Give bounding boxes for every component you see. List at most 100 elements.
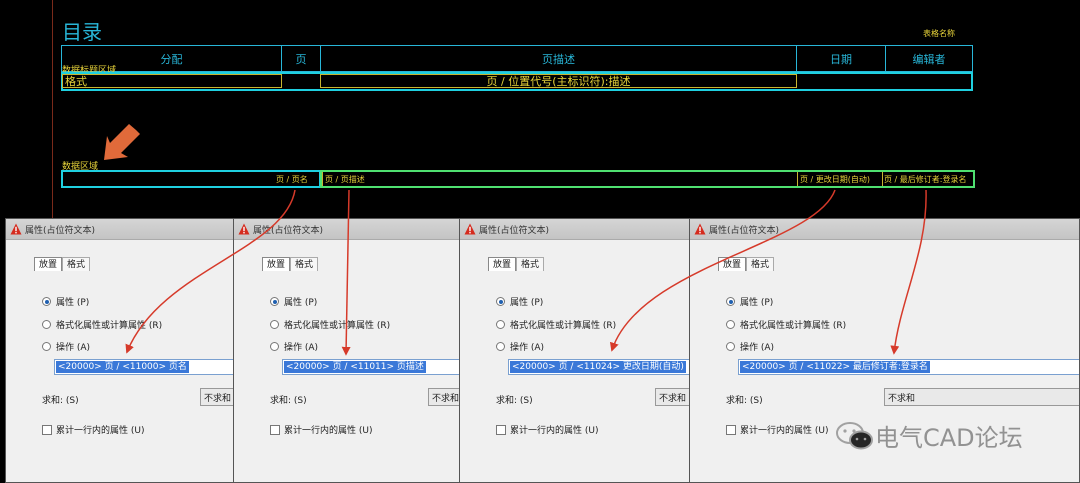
dialog-tabs: 放置 格式 <box>718 257 775 271</box>
radio-indicator <box>270 297 279 306</box>
header-cell-page-description: 页描述 <box>320 45 797 72</box>
tab-placement[interactable]: 放置 <box>262 257 291 271</box>
data-cell-separator <box>797 172 798 186</box>
accumulate-checkbox[interactable]: 累计一行内的属性 (U) <box>270 423 372 436</box>
sum-dropdown[interactable]: 不求和 <box>655 388 690 406</box>
cad-title: 目录 <box>62 20 102 44</box>
format-label: 格式 <box>62 74 282 88</box>
header-cell-page: 页 <box>281 45 321 72</box>
dialog-titlebar[interactable]: 属性(占位符文本) <box>234 219 460 240</box>
tab-placement[interactable]: 放置 <box>718 257 747 271</box>
radio-formatted-property[interactable]: 格式化属性或计算属性 (R) <box>42 318 162 331</box>
tab-placement[interactable]: 放置 <box>488 257 517 271</box>
sum-label: 求和: (S) <box>726 396 763 406</box>
warning-icon <box>694 223 706 235</box>
dialog-tabs: 放置 格式 <box>34 257 91 271</box>
radio-formatted-property[interactable]: 格式化属性或计算属性 (R) <box>726 318 846 331</box>
radio-indicator <box>726 342 735 351</box>
expression-field[interactable]: <20000> 页 / <11011> 页描述 <box>282 359 460 375</box>
tab-placement[interactable]: 放置 <box>34 257 63 271</box>
warning-icon <box>10 223 22 235</box>
warning-icon <box>238 223 250 235</box>
radio-operation[interactable]: 操作 (A) <box>270 340 318 353</box>
format-row-text: 页 / 位置代号(主标识符):描述 <box>320 74 797 88</box>
tab-format[interactable]: 格式 <box>516 257 545 271</box>
expression-text: <20000> 页 / <11022> 最后修订者:登录名 <box>740 361 930 373</box>
checkbox-box <box>42 424 52 435</box>
radio-indicator <box>42 297 51 306</box>
radio-property[interactable]: 属性 (P) <box>42 295 89 308</box>
accumulate-checkbox[interactable]: 累计一行内的属性 (U) <box>42 423 144 436</box>
radio-label: 属性 (P) <box>56 298 90 308</box>
checkbox-label: 累计一行内的属性 (U) <box>740 426 829 436</box>
table-name-label: 表格名称 <box>923 29 955 38</box>
expression-text: <20000> 页 / <11011> 页描述 <box>284 361 426 373</box>
radio-label: 格式化属性或计算属性 (R) <box>740 321 847 331</box>
sum-label: 求和: (S) <box>270 396 307 406</box>
radio-indicator <box>42 342 51 351</box>
checkbox-box <box>726 424 736 435</box>
dialog-titlebar[interactable]: 属性(占位符文本) <box>690 219 1079 240</box>
dialog-titlebar[interactable]: 属性(占位符文本) <box>460 219 690 240</box>
radio-formatted-property[interactable]: 格式化属性或计算属性 (R) <box>496 318 616 331</box>
sum-label: 求和: (S) <box>496 396 533 406</box>
expression-text: <20000> 页 / <11000> 页名 <box>56 361 189 373</box>
radio-indicator <box>270 342 279 351</box>
tab-format[interactable]: 格式 <box>746 257 775 271</box>
radio-property[interactable]: 属性 (P) <box>726 295 773 308</box>
data-cell-page-name: 页 / 页名 <box>276 174 308 184</box>
sum-label: 求和: (S) <box>42 396 79 406</box>
expression-field[interactable]: <20000> 页 / <11000> 页名 <box>54 359 234 375</box>
dialog-title: 属性(占位符文本) <box>709 225 780 236</box>
data-cell-change-date: 页 / 更改日期(自动) <box>800 174 871 184</box>
accumulate-checkbox[interactable]: 累计一行内的属性 (U) <box>496 423 598 436</box>
watermark: 电气CAD论坛 <box>835 418 1023 453</box>
tab-format[interactable]: 格式 <box>62 257 91 271</box>
radio-operation[interactable]: 操作 (A) <box>496 340 544 353</box>
dialog-title: 属性(占位符文本) <box>253 225 324 236</box>
checkbox-box <box>270 424 280 435</box>
dialog-title: 属性(占位符文本) <box>25 225 96 236</box>
radio-indicator <box>270 320 279 329</box>
radio-label: 格式化属性或计算属性 (R) <box>284 321 391 331</box>
dialog-title: 属性(占位符文本) <box>479 225 550 236</box>
radio-property[interactable]: 属性 (P) <box>270 295 317 308</box>
data-cell-separator <box>322 172 323 186</box>
property-dialog-3[interactable]: 属性(占位符文本) 放置 格式 属性 (P) 格式化属性或计算属性 (R) 操作… <box>459 218 691 483</box>
radio-indicator <box>496 320 505 329</box>
orange-pointer-arrow <box>104 124 140 160</box>
checkbox-box <box>496 424 506 435</box>
property-dialog-1[interactable]: 属性(占位符文本) 放置 格式 属性 (P) 格式化属性或计算属性 (R) 操作… <box>5 218 235 483</box>
property-dialog-2[interactable]: 属性(占位符文本) 放置 格式 属性 (P) 格式化属性或计算属性 (R) 操作… <box>233 218 461 483</box>
radio-formatted-property[interactable]: 格式化属性或计算属性 (R) <box>270 318 390 331</box>
dialog-titlebar[interactable]: 属性(占位符文本) <box>6 219 234 240</box>
header-cell-editor: 编辑者 <box>885 45 973 72</box>
radio-indicator <box>496 342 505 351</box>
sum-dropdown[interactable]: 不求和 <box>884 388 1079 406</box>
radio-label: 操作 (A) <box>284 343 319 353</box>
accumulate-checkbox[interactable]: 累计一行内的属性 (U) <box>726 423 828 436</box>
sum-dropdown[interactable]: 不求和 <box>200 388 234 406</box>
radio-property[interactable]: 属性 (P) <box>496 295 543 308</box>
tab-format[interactable]: 格式 <box>290 257 319 271</box>
radio-label: 操作 (A) <box>740 343 775 353</box>
radio-operation[interactable]: 操作 (A) <box>726 340 774 353</box>
radio-label: 格式化属性或计算属性 (R) <box>510 321 617 331</box>
radio-label: 操作 (A) <box>510 343 545 353</box>
radio-label: 属性 (P) <box>510 298 544 308</box>
data-cell-last-editor: 页 / 最后修订者:登录名 <box>884 174 967 184</box>
warning-icon <box>464 223 476 235</box>
radio-label: 属性 (P) <box>740 298 774 308</box>
radio-indicator <box>496 297 505 306</box>
expression-field[interactable]: <20000> 页 / <11022> 最后修订者:登录名 <box>738 359 1079 375</box>
radio-indicator <box>726 320 735 329</box>
dialog-tabs: 放置 格式 <box>262 257 319 271</box>
sum-dropdown[interactable]: 不求和 <box>428 388 460 406</box>
expression-field[interactable]: <20000> 页 / <11024> 更改日期(自动) <box>508 359 690 375</box>
radio-label: 格式化属性或计算属性 (R) <box>56 321 163 331</box>
data-cell-separator <box>882 172 883 186</box>
radio-indicator <box>42 320 51 329</box>
header-cell-date: 日期 <box>796 45 886 72</box>
radio-operation[interactable]: 操作 (A) <box>42 340 90 353</box>
checkbox-label: 累计一行内的属性 (U) <box>284 426 373 436</box>
